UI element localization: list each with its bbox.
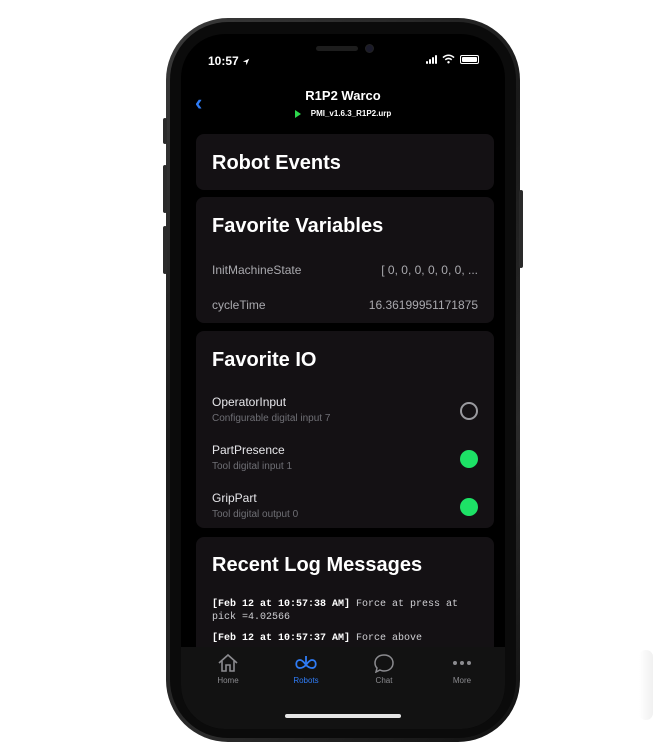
tab-more[interactable]: More xyxy=(432,653,492,685)
tab-chat[interactable]: Chat xyxy=(354,653,414,685)
tab-home[interactable]: Home xyxy=(198,653,258,685)
variable-name: cycleTime xyxy=(212,298,266,312)
io-state-indicator-on xyxy=(460,498,478,516)
wifi-icon xyxy=(442,54,455,64)
home-icon xyxy=(218,653,238,672)
robots-icon xyxy=(295,656,317,669)
mute-switch xyxy=(163,118,167,144)
more-icon xyxy=(453,661,471,665)
robot-events-card[interactable]: Robot Events xyxy=(196,134,494,190)
variable-value: [ 0, 0, 0, 0, 0, 0, ... xyxy=(381,263,478,277)
notch xyxy=(259,34,425,64)
recent-logs-title: Recent Log Messages xyxy=(212,554,423,576)
speaker xyxy=(316,46,358,51)
io-row[interactable]: GripPart Tool digital output 0 xyxy=(212,491,478,531)
io-description: Tool digital output 0 xyxy=(212,509,299,520)
io-state-indicator-off xyxy=(460,402,478,420)
status-time-text: 10:57 xyxy=(208,54,239,68)
log-timestamp: [Feb 12 at 10:57:38 AM] xyxy=(212,599,351,610)
background-shadow xyxy=(639,650,653,720)
io-state-indicator-on xyxy=(460,450,478,468)
log-message: Force above xyxy=(350,633,423,644)
favorite-io-card: Favorite IO OperatorInput Configurable d… xyxy=(196,331,494,528)
home-indicator[interactable] xyxy=(285,714,401,718)
tab-robots-label: Robots xyxy=(293,676,319,685)
power-button xyxy=(519,190,523,268)
log-timestamp: [Feb 12 at 10:57:37 AM] xyxy=(212,633,351,644)
phone-screen: 10:57 ‹ R1P2 Warco PMI_v1.6.3_R1P2.urp R… xyxy=(181,34,505,729)
io-row[interactable]: PartPresence Tool digital input 1 xyxy=(212,443,478,483)
chat-icon xyxy=(374,654,394,673)
variable-row[interactable]: InitMachineState [ 0, 0, 0, 0, 0, 0, ... xyxy=(212,263,478,277)
variable-row[interactable]: cycleTime 16.36199951171875 xyxy=(212,298,478,312)
favorite-variables-card: Favorite Variables InitMachineState [ 0,… xyxy=(196,197,494,323)
io-description: Tool digital input 1 xyxy=(212,461,293,472)
status-icons xyxy=(426,54,479,64)
robot-name-title: R1P2 Warco xyxy=(305,88,381,103)
tab-more-label: More xyxy=(452,676,472,685)
tab-home-label: Home xyxy=(217,676,239,685)
location-arrow-icon xyxy=(242,58,250,66)
favorite-io-title: Favorite IO xyxy=(212,349,317,371)
play-icon xyxy=(294,109,301,118)
variable-value: 16.36199951171875 xyxy=(368,298,478,312)
io-description: Configurable digital input 7 xyxy=(212,413,331,424)
program-status: PMI_v1.6.3_R1P2.urp xyxy=(181,109,505,118)
cellular-signal-icon xyxy=(426,54,437,64)
battery-icon xyxy=(460,54,479,64)
log-entry: [Feb 12 at 10:57:37 AM] Force above xyxy=(212,632,484,645)
io-name: PartPresence xyxy=(212,443,285,457)
variable-name: InitMachineState xyxy=(212,263,302,277)
tab-chat-label: Chat xyxy=(375,676,393,685)
tab-robots[interactable]: Robots xyxy=(276,653,336,685)
log-entry: [Feb 12 at 10:57:38 AM] Force at press a… xyxy=(212,598,484,624)
favorite-variables-title: Favorite Variables xyxy=(212,215,384,237)
robot-events-title: Robot Events xyxy=(212,152,341,174)
program-name: PMI_v1.6.3_R1P2.urp xyxy=(310,109,392,118)
volume-down-button xyxy=(163,226,167,274)
io-name: GripPart xyxy=(212,491,257,505)
io-row[interactable]: OperatorInput Configurable digital input… xyxy=(212,395,478,435)
status-time: 10:57 xyxy=(208,54,250,68)
volume-up-button xyxy=(163,165,167,213)
front-camera xyxy=(365,44,374,53)
io-name: OperatorInput xyxy=(212,395,287,409)
